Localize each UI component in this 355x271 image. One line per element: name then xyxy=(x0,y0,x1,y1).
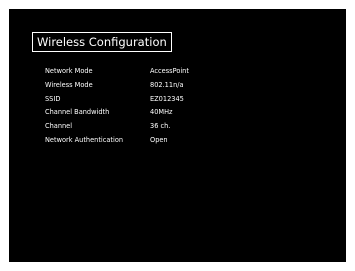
config-screen: Wireless Configuration Network Mode Acce… xyxy=(9,9,346,262)
setting-value: EZ012345 xyxy=(150,94,184,103)
setting-label: Network Mode xyxy=(45,67,93,75)
setting-row-network-authentication[interactable]: Network Authentication Open xyxy=(45,136,245,150)
setting-value: 40MHz xyxy=(150,108,173,117)
setting-row-ssid[interactable]: SSID EZ012345 xyxy=(45,95,245,109)
setting-label: Network Authentication xyxy=(45,135,124,144)
page-title: Wireless Configuration xyxy=(32,32,172,52)
setting-label: Channel xyxy=(45,122,73,131)
settings-list: Network Mode AccessPoint Wireless Mode 8… xyxy=(45,67,245,150)
setting-label: Channel Bandwidth xyxy=(45,108,110,117)
setting-label: Wireless Mode xyxy=(45,80,93,89)
setting-value: 36 ch. xyxy=(150,122,171,131)
setting-row-network-mode[interactable]: Network Mode AccessPoint xyxy=(45,67,245,81)
setting-label: SSID xyxy=(45,94,61,103)
setting-value: Open xyxy=(150,135,168,144)
setting-row-channel-bandwidth[interactable]: Channel Bandwidth 40MHz xyxy=(45,108,245,122)
setting-row-channel[interactable]: Channel 36 ch. xyxy=(45,122,245,136)
setting-value: AccessPoint xyxy=(150,67,189,75)
setting-row-wireless-mode[interactable]: Wireless Mode 802.11n/a xyxy=(45,81,245,95)
setting-value: 802.11n/a xyxy=(150,80,184,89)
